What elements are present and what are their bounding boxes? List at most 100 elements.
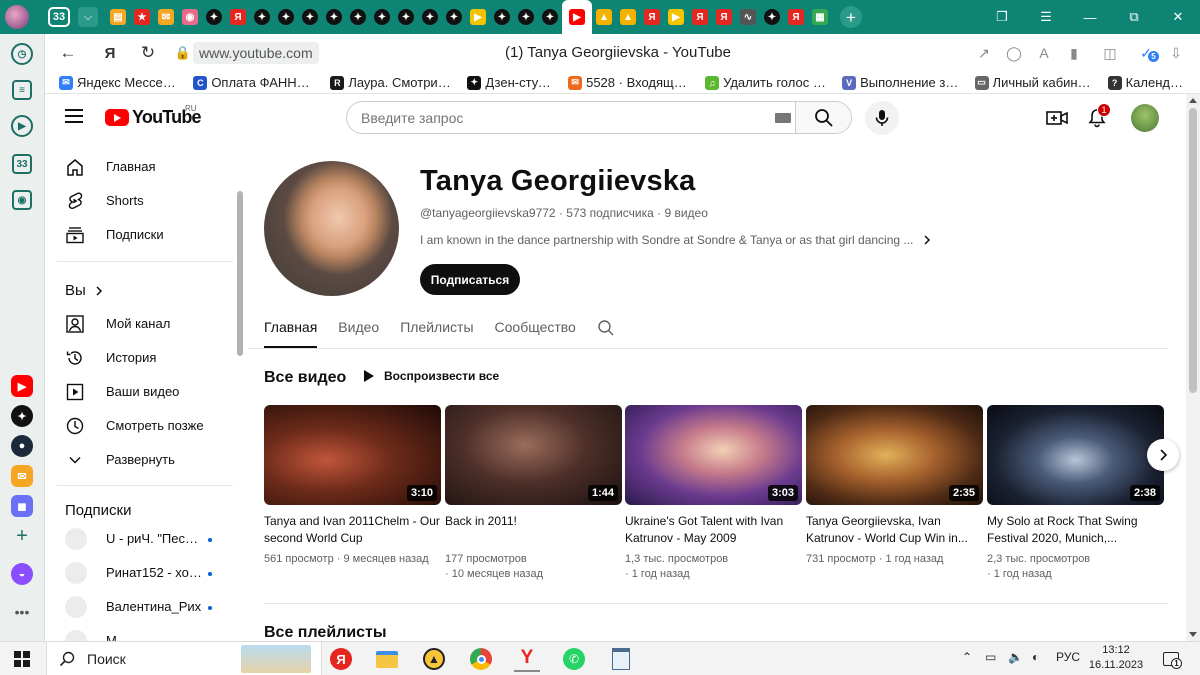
sidebar-item-your-videos[interactable]: Ваши видео	[45, 374, 237, 408]
notifications-button[interactable]: 1	[1085, 103, 1111, 130]
youtube-app-icon[interactable]: ▶	[10, 374, 34, 398]
video-icon[interactable]: ▶	[10, 114, 34, 138]
comment-icon[interactable]: ◯	[1002, 41, 1026, 65]
extensions-icon[interactable]: ◫	[1092, 41, 1128, 65]
video-card[interactable]: 3:10 Tanya and Ivan 2011Chelm - Our seco…	[264, 405, 441, 567]
back-arrow-icon[interactable]: ←	[53, 38, 83, 68]
chrome-taskbar-icon[interactable]	[468, 646, 494, 672]
bookmark-item[interactable]: V Выполнение зада	[842, 75, 963, 90]
browser-tab[interactable]: Я	[712, 5, 736, 29]
sparkle-app-icon[interactable]: ✦	[10, 404, 34, 428]
bookmark-item[interactable]: R Лаура. Смотрите о	[330, 75, 455, 90]
tab-playlists[interactable]: Плейлисты	[400, 319, 473, 349]
language-indicator[interactable]: РУС	[1056, 650, 1080, 664]
browser-tab[interactable]: ✦	[298, 5, 322, 29]
sidebar-item-my-channel[interactable]: Мой канал	[45, 306, 237, 340]
bookmark-icon[interactable]: ▮	[1062, 41, 1086, 65]
yandex-browser-taskbar-icon[interactable]: Я	[328, 646, 354, 672]
scroll-down-arrow-icon[interactable]	[1189, 632, 1197, 637]
page-scrollbar[interactable]	[1186, 94, 1200, 641]
youtube-logo[interactable]: YouTube RU	[105, 104, 202, 128]
share-icon[interactable]: ↗	[972, 41, 996, 65]
video-card[interactable]: 1:44 Back in 2011! 177 просмотров · 10 ме…	[445, 405, 622, 582]
menu-icon[interactable]: ☰	[1024, 0, 1068, 34]
screenshot-icon[interactable]: ◉	[10, 188, 34, 212]
browser-tab[interactable]: ▤	[106, 5, 130, 29]
close-button[interactable]: ✕	[1156, 0, 1200, 34]
browser-tab[interactable]: ▶	[562, 0, 592, 34]
video-card[interactable]: 2:38 My Solo at Rock That Swing Festival…	[987, 405, 1164, 582]
download-icon[interactable]: ⇩	[1164, 41, 1188, 65]
browser-tab[interactable]: ✦	[322, 5, 346, 29]
video-card[interactable]: 3:03 Ukraine's Got Talent with Ivan Katr…	[625, 405, 802, 582]
bookmark-item[interactable]: ✉ 5528 · Входящие –	[568, 75, 693, 90]
browser-tab[interactable]: ✉	[154, 5, 178, 29]
create-button[interactable]	[1045, 106, 1069, 130]
notifications-icon[interactable]: ✓ 5	[1134, 41, 1159, 65]
battery-icon[interactable]: ▭	[985, 650, 996, 664]
browser-tab[interactable]: ✦	[538, 5, 562, 29]
tab-home[interactable]: Главная	[264, 319, 318, 349]
notification-center-button[interactable]: 1	[1158, 646, 1184, 672]
mail-app-icon[interactable]: ✉	[10, 464, 34, 488]
video-title[interactable]: My Solo at Rock That Swing Festival 2020…	[987, 513, 1164, 547]
bookmark-item[interactable]: ✦ Дзен-студия	[467, 75, 556, 90]
tabs-dropdown-button[interactable]: ⌵	[78, 7, 98, 27]
browser-tab[interactable]: ✦	[514, 5, 538, 29]
scroll-up-arrow-icon[interactable]	[1189, 98, 1197, 103]
keyboard-icon[interactable]	[775, 113, 791, 123]
lock-icon[interactable]: 🔒	[173, 45, 193, 61]
hamburger-menu-icon[interactable]	[65, 109, 83, 123]
browser-tab[interactable]: ✦	[490, 5, 514, 29]
browser-profile-button[interactable]	[0, 0, 34, 34]
browser-tab[interactable]: Я	[640, 5, 664, 29]
browser-tab[interactable]: ★	[130, 5, 154, 29]
video-card[interactable]: 2:35 Tanya Georgiievska, Ivan Katrunov -…	[806, 405, 983, 567]
sidebar-item-watch-later[interactable]: Смотреть позже	[45, 408, 237, 442]
sidebar-you-header[interactable]: Вы	[65, 282, 104, 299]
video-title[interactable]: Tanya Georgiievska, Ivan Katrunov - Worl…	[806, 513, 983, 547]
yandex-icon[interactable]: Я	[95, 38, 125, 68]
sidebar-item-expand[interactable]: Развернуть	[45, 442, 237, 476]
play-all-button[interactable]: Воспроизвести все	[364, 369, 499, 383]
channel-search-button[interactable]	[597, 319, 615, 337]
search-button[interactable]	[795, 102, 851, 133]
chevron-up-icon[interactable]: ⌃	[962, 650, 972, 664]
bookmark-item[interactable]: ? Календарь	[1107, 75, 1188, 90]
restore-button[interactable]: ⧉	[1112, 0, 1156, 34]
video-thumbnail[interactable]: 1:44	[445, 405, 622, 505]
system-clock[interactable]: 13:12 16.11.2023	[1088, 643, 1144, 673]
voice-search-button[interactable]	[865, 101, 899, 135]
translate-icon[interactable]: A	[1032, 41, 1056, 65]
video-thumbnail[interactable]: 3:03	[625, 405, 802, 505]
video-title[interactable]: Tanya and Ivan 2011Chelm - Our second Wo…	[264, 513, 441, 547]
browser-tab[interactable]: ◉	[178, 5, 202, 29]
browser-tab[interactable]: ✦	[346, 5, 370, 29]
bookmark-item[interactable]: C Оплата ФАННЕТ-Т	[193, 75, 318, 90]
video-thumbnail[interactable]: 2:38	[987, 405, 1164, 505]
browser-tab[interactable]: ▲	[616, 5, 640, 29]
scrollbar-thumb[interactable]	[1189, 108, 1197, 393]
tab-videos[interactable]: Видео	[338, 319, 379, 349]
file-explorer-taskbar-icon[interactable]	[374, 646, 400, 672]
tab-count-badge[interactable]: 33	[48, 7, 70, 27]
messenger-app-icon[interactable]: ◼	[10, 494, 34, 518]
browser-tab[interactable]: ✦	[394, 5, 418, 29]
yandex-taskbar-icon[interactable]: Y	[514, 646, 540, 672]
browser-tab[interactable]: Я	[226, 5, 250, 29]
browser-tab[interactable]: ✦	[274, 5, 298, 29]
minimize-button[interactable]: —	[1068, 0, 1112, 34]
collections-icon[interactable]: ❐	[980, 0, 1024, 34]
sidebar-item-history[interactable]: История	[45, 340, 237, 374]
browser-tab[interactable]: ✦	[442, 5, 466, 29]
video-title[interactable]: Ukraine's Got Talent with Ivan Katrunov …	[625, 513, 802, 547]
browser-tab[interactable]: ▦	[808, 5, 832, 29]
video-title[interactable]: Back in 2011!	[445, 513, 622, 547]
network-icon[interactable]: ◐	[1032, 650, 1039, 664]
browser-tab[interactable]: ∿	[736, 5, 760, 29]
volume-icon[interactable]: 🔈	[1008, 650, 1023, 664]
subscribe-button[interactable]: Подписаться	[420, 264, 520, 295]
notes-icon[interactable]: ≡	[10, 78, 34, 102]
taskbar-search[interactable]: Поиск	[46, 642, 322, 675]
clock-icon[interactable]: ◷	[10, 42, 34, 66]
